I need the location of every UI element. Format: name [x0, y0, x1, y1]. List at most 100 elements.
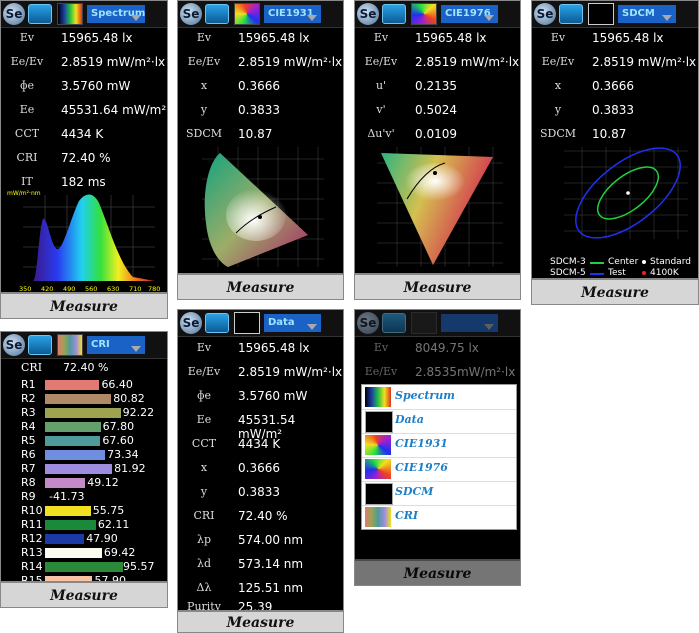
row-label: SDCM [539, 127, 577, 140]
chevron-down-icon[interactable] [662, 15, 672, 21]
menu-item-label: Data [395, 413, 424, 426]
white-region [226, 189, 286, 241]
measure-button[interactable]: Measure [1, 581, 167, 607]
folder-icon[interactable] [382, 4, 406, 24]
legend-standard: Standard [650, 257, 691, 267]
cri-bar [45, 534, 85, 544]
mode-selector[interactable] [441, 314, 498, 332]
cri-item-value: 80.82 [113, 392, 145, 405]
cri-item-label: R11 [21, 518, 43, 531]
folder-icon[interactable] [382, 313, 406, 333]
measure-button[interactable]: Measure [355, 273, 520, 299]
row-label: y [200, 103, 208, 116]
measure-row: Ev 15965.48 lx [178, 31, 343, 53]
measure-button[interactable]: Measure [1, 292, 167, 318]
cie1976-svg [377, 147, 503, 267]
sdcm-icon [365, 483, 393, 505]
folder-icon[interactable] [28, 4, 52, 24]
sdcm-thumb-icon[interactable] [588, 3, 614, 25]
row-value: 574.00 nm [238, 533, 304, 547]
measure-row: u' 0.2135 [355, 79, 520, 101]
row-label: Ev [19, 31, 35, 44]
measure-row: y 0.3833 [532, 103, 698, 125]
data-panel: Se Data Ev 15965.48 lx Ee/Ev 2.8519 mW/m²·… [177, 309, 344, 633]
center-point [626, 191, 630, 195]
measure-button[interactable]: Measure [178, 610, 343, 632]
mode-selector[interactable]: SDCM [618, 5, 676, 23]
row-value: 15965.48 lx [415, 31, 487, 45]
se-logo-icon[interactable]: Se [3, 3, 25, 25]
measure-button[interactable]: Measure [532, 278, 698, 304]
chevron-down-icon[interactable] [131, 15, 141, 21]
row-label: Ee/Ev [364, 365, 398, 378]
chevron-down-icon[interactable] [484, 15, 494, 21]
mode-selector[interactable]: CIE1931 [264, 5, 321, 23]
mode-selector[interactable]: CIE1976 [441, 5, 498, 23]
cri-row: R9 -41.73 [1, 490, 167, 504]
menu-item-cie1931[interactable]: CIE1931 [362, 433, 516, 458]
cie-thumb-icon[interactable] [411, 3, 437, 25]
row-label: Ee/Ev [364, 55, 398, 68]
row-value: 0.3833 [238, 485, 280, 499]
mode-thumb-icon[interactable] [411, 312, 437, 334]
chevron-down-icon[interactable] [131, 346, 141, 352]
cri-list: R1 66.40 R2 80.82 R3 92.22 R4 67.80 R5 67.60 R6 73.… [1, 378, 167, 588]
row-label: Δu'v' [367, 127, 395, 140]
row-label: SDCM [185, 127, 223, 140]
sdcm-legend: SDCM-3 Center Standard SDCM-5 Test 4100K [550, 257, 696, 278]
row-label: ɸe [19, 79, 35, 92]
cri-thumb-icon[interactable] [57, 334, 83, 356]
sdcm-panel: Se SDCM Ev 15965.48 lx Ee/Ev 2.8519 mW/m²·… [531, 0, 699, 305]
cri-row: R1 66.40 [1, 378, 167, 392]
chevron-down-icon[interactable] [484, 324, 494, 330]
cie1931-panel: Se CIE1931 Ev 15965.48 lx Ee/Ev 2.8519 mW/… [177, 0, 344, 300]
menu-item-cri[interactable]: CRI [362, 505, 516, 529]
measure-button[interactable]: Measure [355, 559, 520, 585]
se-logo-icon[interactable]: Se [534, 3, 556, 25]
se-logo-icon[interactable]: Se [3, 334, 25, 356]
se-logo-icon[interactable]: Se [357, 312, 379, 334]
row-value: 2.8519 mW/m²·lx [61, 55, 166, 69]
cri-item-label: R12 [21, 532, 43, 545]
folder-icon[interactable] [559, 4, 583, 24]
measure-row: Ee/Ev 2.8519 mW/m²·lx [355, 55, 520, 77]
legend-green-line [590, 262, 604, 264]
top-bar: Se CRI [1, 332, 167, 359]
row-value: 8049.75 lx [415, 341, 479, 355]
spectrum-thumb-icon[interactable] [57, 3, 83, 25]
cie-thumb-icon[interactable] [234, 3, 260, 25]
menu-item-sdcm[interactable]: SDCM [362, 481, 516, 506]
chevron-down-icon[interactable] [307, 324, 317, 330]
cri-row: R11 62.11 [1, 518, 167, 532]
menu-item-cie1976[interactable]: CIE1976 [362, 457, 516, 482]
row-label: Ee/Ev [187, 365, 221, 378]
cri-row: R8 49.12 [1, 476, 167, 490]
measure-row: Ev 15965.48 lx [178, 341, 343, 363]
cri-bar [45, 408, 121, 418]
folder-icon[interactable] [28, 335, 52, 355]
row-value: 72.40 % [61, 151, 111, 165]
se-logo-icon[interactable]: Se [180, 312, 202, 334]
row-value: 15965.48 lx [238, 341, 310, 355]
cie1976-chart [373, 143, 507, 271]
se-logo-icon[interactable]: Se [357, 3, 379, 25]
mode-label: SDCM [622, 8, 655, 19]
top-bar: Se Data [178, 310, 343, 337]
measure-button[interactable]: Measure [178, 273, 343, 299]
measure-row: Ee/Ev 2.8519 mW/m²·lx [532, 55, 698, 77]
sdcm5-ellipse [575, 147, 681, 239]
menu-item-spectrum[interactable]: Spectrum [362, 385, 516, 410]
cie1931-icon [365, 435, 391, 455]
folder-icon[interactable] [205, 313, 229, 333]
mode-selector[interactable]: CRI [87, 336, 145, 354]
cri-item-label: R14 [21, 560, 43, 573]
menu-item-data[interactable]: Data [362, 409, 516, 434]
measure-row: CCT 4434 K [1, 127, 167, 149]
se-logo-icon[interactable]: Se [180, 3, 202, 25]
mode-selector[interactable]: Data [264, 314, 321, 332]
data-thumb-icon[interactable] [234, 312, 260, 334]
chevron-down-icon[interactable] [307, 15, 317, 21]
row-label: Ee [196, 413, 212, 426]
folder-icon[interactable] [205, 4, 229, 24]
mode-selector[interactable]: Spectrum [87, 5, 145, 23]
